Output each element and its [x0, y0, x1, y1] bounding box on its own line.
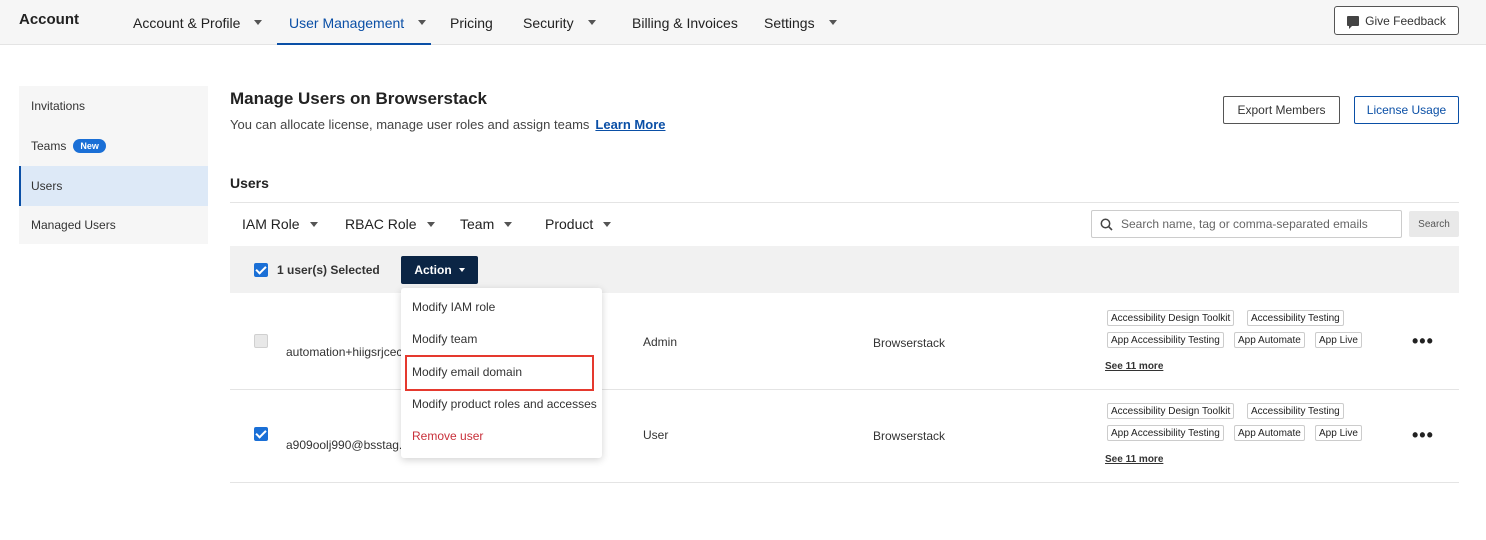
sidebar-item-managed-users[interactable]: Managed Users	[19, 205, 208, 245]
sidebar-item-label: Teams	[31, 139, 67, 153]
product-tag: App Automate	[1234, 332, 1305, 348]
nav-settings[interactable]: Settings	[764, 0, 837, 45]
chevron-down-icon	[254, 20, 263, 25]
product-tag: App Automate	[1234, 425, 1305, 441]
chevron-down-icon	[587, 20, 596, 25]
give-feedback-label: Give Feedback	[1365, 13, 1446, 28]
user-email: a909oolj990@bsstag.c	[286, 438, 409, 452]
filter-label: Team	[460, 216, 495, 232]
sidebar-item-invitations[interactable]: Invitations	[19, 86, 208, 126]
nav-label: User Management	[289, 14, 405, 31]
action-button-label: Action	[414, 263, 452, 277]
divider	[230, 482, 1459, 483]
active-nav-indicator	[277, 43, 431, 45]
sidebar-item-label: Users	[31, 179, 63, 193]
chevron-down-icon	[828, 20, 837, 25]
filter-rbac-role[interactable]: RBAC Role	[345, 212, 435, 236]
more-options-icon[interactable]: •••	[1412, 426, 1434, 444]
sidebar: Invitations Teams New Users Managed User…	[19, 86, 208, 244]
filter-product[interactable]: Product	[545, 212, 612, 236]
give-feedback-button[interactable]: Give Feedback	[1334, 6, 1459, 35]
sidebar-item-users[interactable]: Users	[19, 166, 208, 206]
filter-label: RBAC Role	[345, 216, 417, 232]
search-box	[1091, 210, 1402, 238]
see-more-link[interactable]: See 11 more	[1105, 454, 1163, 465]
product-tag: Accessibility Design Toolkit	[1107, 310, 1235, 326]
user-role: User	[643, 428, 669, 442]
highlight-annotation	[405, 355, 594, 391]
nav-label: Account & Profile	[133, 14, 241, 31]
divider	[230, 202, 1459, 203]
page-title: Manage Users on Browserstack	[230, 89, 487, 108]
product-tag: App Live	[1315, 332, 1362, 348]
sidebar-item-label: Invitations	[31, 99, 86, 113]
chevron-down-icon	[426, 221, 435, 227]
sidebar-item-label: Managed Users	[31, 218, 116, 232]
brand-title: Account	[19, 11, 79, 28]
feedback-icon	[1347, 15, 1360, 29]
selected-count-text: 1 user(s) Selected	[277, 263, 380, 277]
menu-item-remove-user[interactable]: Remove user	[401, 420, 602, 452]
chevron-down-icon	[504, 221, 513, 227]
menu-item-modify-iam-role[interactable]: Modify IAM role	[401, 291, 602, 323]
chevron-down-icon	[458, 268, 465, 272]
filter-iam-role[interactable]: IAM Role	[242, 212, 318, 236]
export-members-button[interactable]: Export Members	[1223, 96, 1340, 124]
top-bar: Account Account & Profile User Managemen…	[0, 0, 1486, 45]
new-badge: New	[73, 139, 106, 153]
user-team: Browserstack	[873, 429, 946, 443]
see-more-link[interactable]: See 11 more	[1105, 361, 1163, 372]
chevron-down-icon	[418, 20, 427, 25]
row-checkbox[interactable]	[254, 334, 268, 348]
select-all-checkbox[interactable]	[254, 263, 268, 277]
page-subtitle: You can allocate license, manage user ro…	[230, 117, 665, 132]
search-icon	[1100, 218, 1113, 231]
nav-security[interactable]: Security	[523, 0, 596, 45]
product-tag: Accessibility Testing	[1247, 403, 1344, 419]
user-team: Browserstack	[873, 336, 946, 350]
page-subtitle-text: You can allocate license, manage user ro…	[230, 117, 590, 132]
action-button[interactable]: Action	[401, 256, 478, 284]
nav-pricing[interactable]: Pricing	[450, 0, 493, 45]
nav-billing-invoices[interactable]: Billing & Invoices	[632, 0, 738, 45]
sidebar-item-teams[interactable]: Teams New	[19, 126, 208, 166]
user-email: automation+hiigsrjcec	[286, 345, 403, 359]
nav-label: Settings	[764, 14, 815, 31]
product-tag: App Accessibility Testing	[1107, 425, 1224, 441]
product-tag: Accessibility Testing	[1247, 310, 1344, 326]
nav-label: Pricing	[450, 14, 493, 31]
product-tag: App Live	[1315, 425, 1362, 441]
search-button[interactable]: Search	[1409, 211, 1459, 237]
chevron-down-icon	[309, 221, 318, 227]
filter-label: Product	[545, 216, 594, 232]
nav-label: Security	[523, 14, 574, 31]
user-role: Admin	[643, 335, 678, 349]
menu-item-modify-product-roles[interactable]: Modify product roles and accesses	[401, 388, 602, 420]
license-usage-button[interactable]: License Usage	[1354, 96, 1459, 124]
nav-account-profile[interactable]: Account & Profile	[133, 0, 263, 45]
chevron-down-icon	[603, 221, 612, 227]
filter-team[interactable]: Team	[460, 212, 513, 236]
search-input[interactable]	[1121, 217, 1391, 231]
row-checkbox[interactable]	[254, 427, 268, 441]
nav-user-management[interactable]: User Management	[289, 0, 427, 45]
learn-more-link[interactable]: Learn More	[595, 117, 665, 132]
nav-label: Billing & Invoices	[632, 14, 738, 31]
users-section-title: Users	[230, 175, 269, 191]
menu-item-modify-team[interactable]: Modify team	[401, 323, 602, 355]
more-options-icon[interactable]: •••	[1412, 332, 1434, 350]
product-tag: Accessibility Design Toolkit	[1107, 403, 1235, 419]
product-tag: App Accessibility Testing	[1107, 332, 1224, 348]
filter-label: IAM Role	[242, 216, 300, 232]
